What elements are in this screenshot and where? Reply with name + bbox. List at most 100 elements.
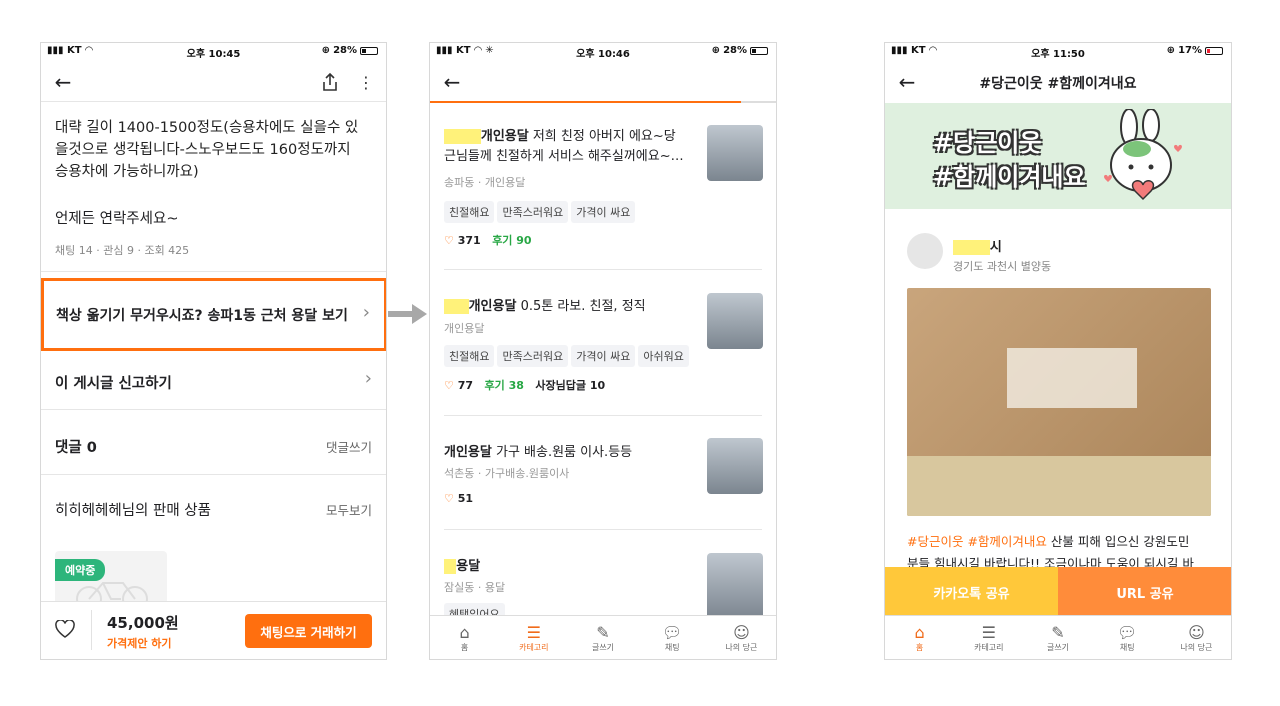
bottom-nav: ⌂ 홈 ☰ 카테고리 ✎ 글쓰기 💬︎ 채팅 ☺ 나의 당근 [430,615,776,659]
banner-line: #함께이겨내요 [933,163,1086,191]
nav-home[interactable]: ⌂ 홈 [430,616,499,659]
item-location: 석촌동 · 가구배송.원룸이사 [444,467,570,480]
person-icon: ☺ [733,622,750,642]
user-name: 시 [989,240,1002,255]
chat-trade-button[interactable]: 채팅으로 거래하기 [245,614,372,648]
post-photo [907,288,1211,516]
nav-label: 채팅 [664,642,680,652]
review-count: 후기 90 [492,234,532,247]
nav-chat[interactable]: 💬︎ 채팅 [638,616,707,659]
progress-track [430,101,776,103]
like-count: 371 [457,234,481,247]
review-tag: 가격이 싸요 [571,201,636,223]
lock-rotation-icon: ⊕ [1166,45,1176,56]
price-offer-link[interactable]: 가격제안 하기 [107,635,172,651]
nav-label: 나의 당근 [1180,642,1213,652]
item-intro: 0.5톤 라보. 친절, 정직 [520,299,646,314]
reserved-badge: 예약중 [55,559,106,581]
nav-home[interactable]: ⌂ 홈 [885,616,954,659]
heart-icon: ♡ [444,234,454,247]
avatar[interactable] [907,233,943,269]
pencil-icon: ✎ [1051,622,1065,642]
battery-icon [360,46,378,55]
divider [91,610,92,650]
nav-label: 나의 당근 [725,642,758,652]
nav-category[interactable]: ☰ 카테고리 [954,616,1023,659]
nav-my[interactable]: ☺ 나의 당근 [707,616,776,659]
home-icon: ⌂ [459,622,470,642]
menu-icon: ☰ [981,622,996,642]
item-location: 개인용달 [444,322,485,335]
heart-icon[interactable] [55,619,75,642]
list-item[interactable]: ■■개인용달 0.5톤 라보. 친절, 정직 개인용달 친절해요만족스러워요가격… [430,283,776,408]
desc-line: 대략 길이 1400-1500정도(승용차에도 실을수 있 [55,120,359,136]
post-stats: 채팅 14 · 관심 9 · 조회 425 [55,244,190,257]
write-comment-link[interactable]: 댓글쓰기 [326,437,372,456]
nearby-moving-promo[interactable]: 책상 옮기기 무거우시죠? 송파1동 근처 용달 보기 › [41,278,386,351]
nav-write[interactable]: ✎ 글쓰기 [1023,616,1092,659]
product-description: 대략 길이 1400-1500정도(승용차에도 실을수 있 을것으로 생각됩니다… [55,117,358,183]
url-share-button[interactable]: URL 공유 [1058,567,1231,617]
review-count: 후기 38 [484,379,524,392]
nav-category[interactable]: ☰ 카테고리 [499,616,568,659]
kakao-share-button[interactable]: 카카오톡 공유 [885,567,1058,617]
item-thumbnail [707,553,763,619]
business-name: 개인용달 [444,445,492,460]
nav-label: 글쓰기 [1046,642,1070,652]
post-hashtags[interactable]: #당근이웃 #함께이겨내요 [907,534,1047,549]
flow-arrow-icon [388,304,427,324]
home-icon: ⌂ [914,622,925,642]
nav-label: 홈 [460,642,469,652]
phone-product-detail: ▮▮▮ KT ◠ 오후 10:45 ⊕ 28% ← ⋮ 대략 길이 1400-15… [40,42,387,660]
desc-line: 승용차에 가능하니까요) [55,164,199,180]
status-bar: ▮▮▮ KT ◠ 오후 10:45 ⊕ 28% [41,43,386,60]
pencil-icon: ✎ [596,622,610,642]
user-location: 경기도 과천시 별양동 [953,260,1052,273]
status-bar: ▮▮▮ KT ◠ ✳ 오후 10:46 ⊕ 28% [430,43,776,60]
promo-label: 책상 옮기기 무거우시죠? 송파1동 근처 용달 보기 [56,308,348,324]
more-icon[interactable]: ⋮ [357,71,375,93]
heart-icon: ♡ [444,379,454,392]
review-tag: 아쉬워요 [638,345,689,367]
bottom-nav: ⌂ 홈 ☰ 카테고리 ✎ 글쓰기 💬︎ 채팅 ☺ 나의 당근 [885,615,1231,659]
review-tag: 친절해요 [444,345,495,367]
item-location: 잠실동 · 용달 [444,581,506,594]
chevron-right-icon: › [362,302,370,323]
page-title: #당근이웃 #함께이겨내요 [979,76,1137,92]
battery-icon [1205,46,1223,55]
nav-write[interactable]: ✎ 글쓰기 [568,616,637,659]
item-thumbnail [707,293,763,349]
rabbit-mascot-icon [1104,109,1182,201]
nav-my[interactable]: ☺ 나의 당근 [1162,616,1231,659]
lock-rotation-icon: ⊕ [321,45,331,56]
person-icon: ☺ [1188,622,1205,642]
item-location: 송파동 · 개인용달 [444,176,526,189]
report-post-link[interactable]: 이 게시글 신고하기 [55,372,172,393]
battery-percent: 17% [1178,45,1202,56]
list-item[interactable]: ■■■개인용달 저희 친정 아버지 에요~당근님들께 친절하게 서비스 해주실꺼… [430,113,776,258]
business-name: 개인용달 [480,129,529,144]
back-arrow-icon[interactable]: ← [440,70,464,94]
list-item[interactable]: 개인용달 가구 배송.원룸 이사.등등 석촌동 · 가구배송.원룸이사 ♡ 51 [430,423,776,533]
battery-icon [750,46,768,55]
share-icon[interactable] [319,70,341,94]
see-all-link[interactable]: 모두보기 [326,500,372,519]
item-intro-2: 근님들께 친절하게 서비스 해주실꺼에요~… [444,149,684,164]
review-tag: 친절해요 [444,201,495,223]
item-thumbnail [707,125,763,181]
review-tag: 만족스러워요 [497,201,569,223]
list-item[interactable]: ■용달 잠실동 · 용달 혜택있어요 [430,539,776,625]
back-arrow-icon[interactable]: ← [51,70,75,94]
comments-count: 댓글 0 [55,440,97,456]
nav-chat[interactable]: 💬︎ 채팅 [1093,616,1162,659]
nav-label: 카테고리 [974,642,1004,652]
campaign-banner: #당근이웃 #함께이겨내요 [885,103,1231,209]
business-name: 개인용달 [468,299,517,314]
business-name: 용달 [456,559,481,574]
owner-reply-count: 사장님답글 10 [535,379,606,392]
desc-line: 을것으로 생각됩니다-스노우보드도 160정도까지 [55,142,351,158]
item-intro: 가구 배송.원룸 이사.등등 [495,445,633,460]
phone-campaign-post: ▮▮▮ KT ◠ 오후 11:50 ⊕ 17% ← #당근이웃 #함께이겨내요 #… [884,42,1232,660]
like-count: 51 [457,492,474,505]
status-bar: ▮▮▮ KT ◠ 오후 11:50 ⊕ 17% [885,43,1231,60]
